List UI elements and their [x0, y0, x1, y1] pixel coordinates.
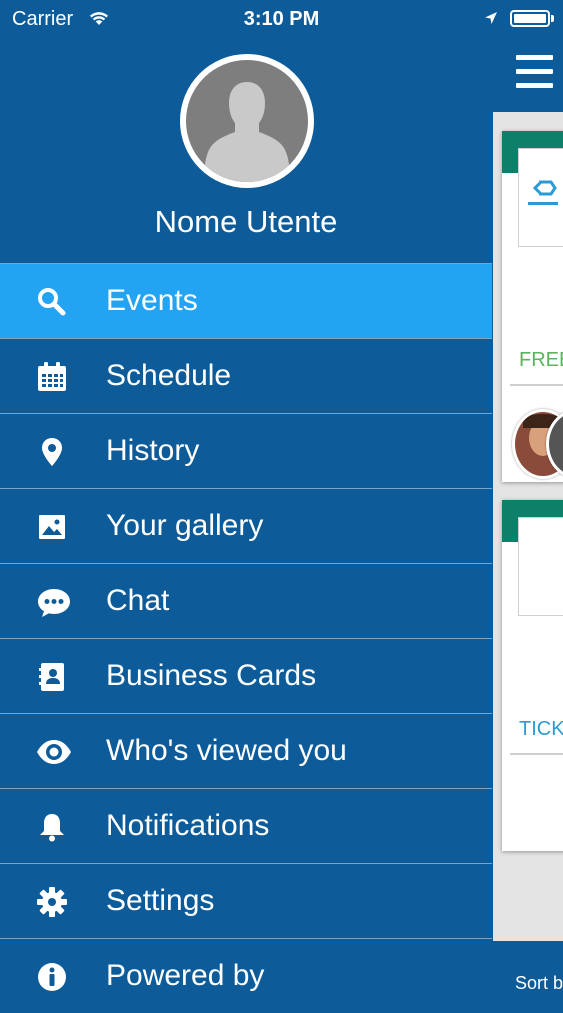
menu-item-business-cards[interactable]: Business Cards — [0, 638, 492, 713]
price-tag-ticket: TICK — [519, 718, 563, 740]
image-icon — [36, 511, 68, 543]
menu-item-label: Events — [106, 284, 198, 317]
price-tag-free: FREE — [519, 349, 563, 371]
event-logo-thumbnail — [518, 517, 563, 616]
eye-icon — [36, 736, 71, 768]
search-icon — [36, 286, 68, 318]
person-silhouette-icon — [186, 60, 308, 182]
sort-button[interactable]: Sort b — [515, 973, 563, 994]
gear-icon — [36, 886, 68, 918]
menu-item-history[interactable]: History — [0, 413, 492, 488]
clock: 3:10 PM — [243, 8, 320, 30]
main-content-peek: FREE TICK Sort b — [493, 0, 563, 1000]
location-arrow-icon — [484, 11, 498, 30]
menu-item-label: History — [106, 434, 200, 467]
menu-item-label: Your gallery — [106, 509, 264, 542]
menu-item-schedule[interactable]: Schedule — [0, 338, 492, 413]
location-pin-icon — [36, 436, 68, 468]
drawer-menu: Events Schedule History Your gallery Cha… — [0, 263, 492, 1013]
card-divider — [510, 384, 563, 386]
menu-item-whos-viewed-you[interactable]: Who's viewed you — [0, 713, 492, 788]
calendar-icon — [36, 361, 68, 393]
event-card[interactable]: FREE — [502, 131, 563, 482]
menu-item-label: Settings — [106, 884, 215, 917]
bell-icon — [36, 811, 68, 843]
menu-item-label: Notifications — [106, 809, 270, 842]
status-bar: Carrier 3:10 PM — [0, 0, 563, 40]
menu-item-chat[interactable]: Chat — [0, 563, 492, 638]
menu-item-notifications[interactable]: Notifications — [0, 788, 492, 863]
menu-item-label: Schedule — [106, 359, 232, 392]
menu-item-events[interactable]: Events — [0, 263, 492, 338]
menu-item-label: Chat — [106, 584, 170, 617]
menu-item-your-gallery[interactable]: Your gallery — [0, 488, 492, 563]
menu-item-label: Business Cards — [106, 659, 317, 692]
battery-icon — [510, 10, 550, 27]
chat-bubble-icon — [36, 586, 70, 618]
user-name: Nome Utente — [154, 204, 338, 239]
battery-tip — [551, 15, 554, 22]
hamburger-menu-icon[interactable] — [516, 55, 553, 89]
menu-item-powered-by[interactable]: Powered by — [0, 938, 492, 1013]
avatar[interactable] — [180, 54, 314, 188]
event-card[interactable]: TICK — [502, 500, 563, 851]
menu-item-settings[interactable]: Settings — [0, 863, 492, 938]
card-divider — [510, 753, 563, 755]
event-logo-thumbnail — [518, 148, 563, 247]
menu-item-label: Who's viewed you — [106, 734, 347, 767]
contacts-book-icon — [36, 661, 68, 693]
side-drawer: Nome Utente Events Schedule History Your… — [0, 0, 492, 1000]
info-icon — [36, 961, 68, 993]
menu-item-label: Powered by — [106, 959, 265, 992]
